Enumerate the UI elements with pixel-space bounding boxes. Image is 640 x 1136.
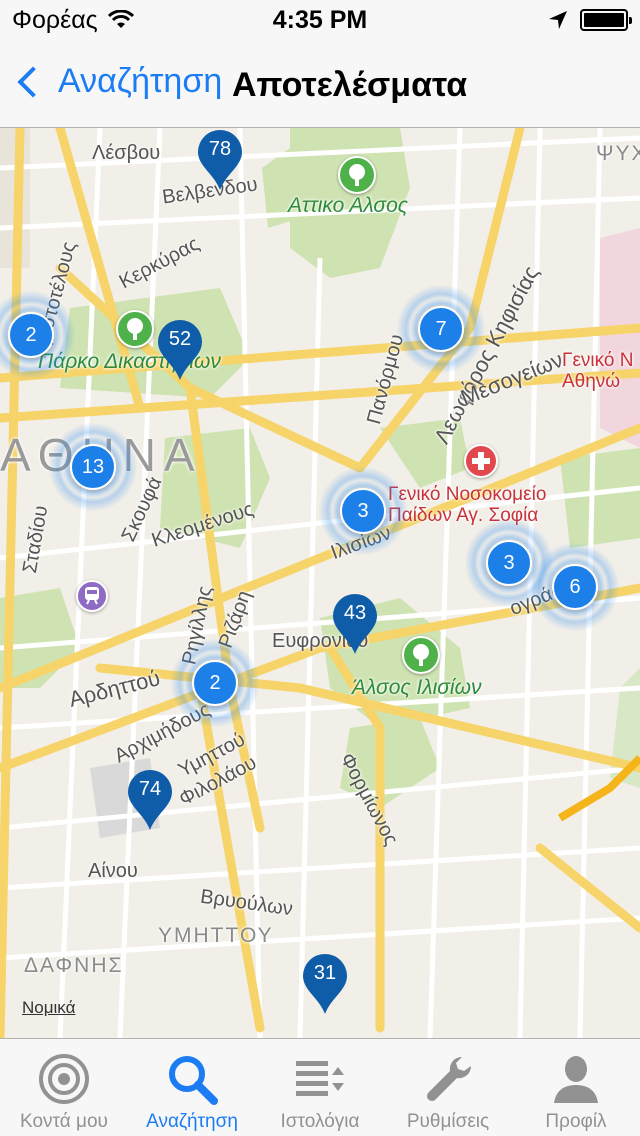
battery-icon: [580, 9, 632, 31]
map-label-dafnis: ΔΑΦΝΗΣ: [24, 954, 124, 977]
map-cluster[interactable]: 2: [170, 638, 260, 728]
map-cluster-count: 3: [340, 488, 386, 534]
map-cluster-count: 7: [418, 306, 464, 352]
map-pin-count: 31: [313, 962, 337, 984]
map-cluster-count: 3: [486, 540, 532, 586]
tab-bar: Κοντά μου Αναζήτηση Ιστολόγια Ρυθμίσεις …: [0, 1038, 640, 1136]
tab-nearby-label: Κοντά μου: [20, 1111, 108, 1132]
tab-nearby[interactable]: Κοντά μου: [0, 1039, 128, 1136]
map-label-ainou: Αίνου: [88, 860, 138, 882]
map-pin-count: 43: [343, 602, 367, 624]
tab-blogs[interactable]: Ιστολόγια: [256, 1039, 384, 1136]
map-cluster-count: 2: [8, 312, 54, 358]
back-button-label: Αναζήτηση: [58, 62, 223, 100]
map-cluster-count: 13: [70, 444, 116, 490]
map-cluster-count: 2: [192, 660, 238, 706]
wrench-icon: [422, 1053, 474, 1105]
map-pin[interactable]: 43: [333, 594, 377, 654]
list-icon: [294, 1053, 346, 1105]
map-pin[interactable]: 31: [303, 954, 347, 1014]
chevron-left-icon: [17, 65, 49, 98]
map-pin[interactable]: 74: [128, 770, 172, 830]
navigation-bar: Αναζήτηση Αποτελέσματα: [0, 40, 640, 128]
target-icon: [38, 1053, 90, 1105]
map-label-attiko-alsos: Αττικο Αλσος: [288, 194, 408, 217]
tab-search-label: Αναζήτηση: [146, 1111, 238, 1132]
tab-search[interactable]: Αναζήτηση: [128, 1039, 256, 1136]
map-cluster[interactable]: 2: [0, 290, 76, 380]
tab-profile-label: Προφίλ: [545, 1111, 607, 1132]
map-pin-count: 78: [208, 138, 232, 160]
legal-link[interactable]: Νομικά: [22, 998, 75, 1018]
map-view[interactable]: Λέσβου Βελβενδου Αττικο Αλσος Κερκύρας Α…: [0, 128, 640, 1038]
hospital-cross-icon: [464, 444, 498, 478]
tab-settings-label: Ρυθμίσεις: [406, 1111, 490, 1132]
map-cluster-count: 6: [552, 564, 598, 610]
back-button[interactable]: Αναζήτηση: [14, 62, 222, 101]
search-icon: [166, 1053, 218, 1105]
map-pin[interactable]: 52: [158, 320, 202, 380]
map-pin[interactable]: 78: [198, 130, 242, 190]
clock: 4:35 PM: [272, 6, 368, 34]
map-cluster[interactable]: 7: [396, 284, 486, 374]
status-bar: Φορέας 4:35 PM: [0, 0, 640, 40]
tab-settings[interactable]: Ρυθμίσεις: [384, 1039, 512, 1136]
page-title: Αποτελέσματα: [232, 66, 468, 104]
map-label-geniko-n: Γενικό Ν Αθηνώ: [562, 350, 634, 392]
park-tree-icon: [338, 156, 376, 194]
tab-blogs-label: Ιστολόγια: [280, 1111, 360, 1132]
tab-profile[interactable]: Προφίλ: [512, 1039, 640, 1136]
map-label-psych: ΨΥΧ: [596, 142, 640, 165]
map-cluster[interactable]: 13: [48, 422, 138, 512]
location-arrow-icon: [548, 8, 568, 37]
map-cluster[interactable]: 6: [530, 542, 620, 632]
map-pin-count: 74: [138, 778, 162, 800]
map-label-alsos-ilision: Άλσος Ιλισίων: [352, 676, 482, 699]
metro-train-icon: [76, 580, 108, 612]
person-icon: [550, 1053, 602, 1105]
map-cluster[interactable]: 3: [318, 466, 408, 556]
park-tree-icon: [402, 636, 440, 674]
map-pin-count: 52: [168, 328, 192, 350]
map-label-lesvou: Λέσβου: [92, 142, 161, 164]
park-tree-icon: [116, 310, 154, 348]
map-label-ymittou-area: ΥΜΗΤΤΟΥ: [158, 924, 274, 947]
